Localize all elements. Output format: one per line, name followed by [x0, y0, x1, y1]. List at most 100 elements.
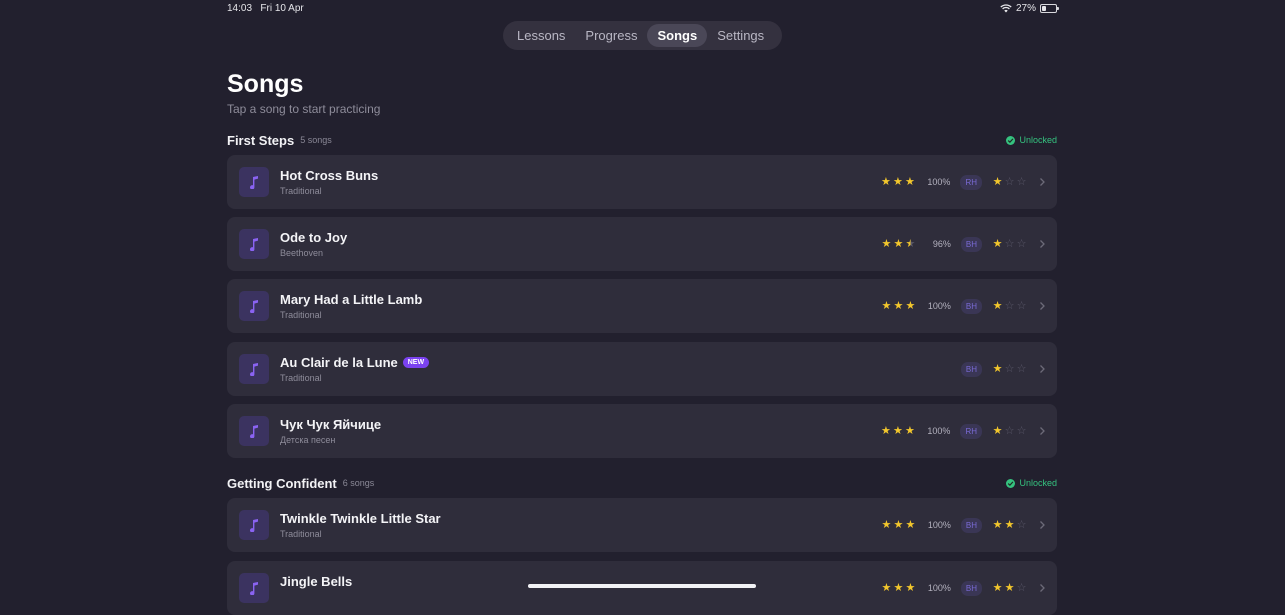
song-title: Ode to Joy [280, 230, 348, 245]
song-card[interactable]: Чук Чук Яйчице Детска песен ★ ★ ★ 100% RH ★ ☆ ☆ [227, 404, 1057, 458]
score-stars: ★ ★ ★ [881, 581, 916, 594]
home-indicator [528, 584, 756, 588]
star-full-icon: ★ [881, 424, 891, 437]
time: 14:03 [227, 3, 253, 14]
song-meta: ★ ★ ★ 100% BH ★ ★ ☆ [881, 561, 1047, 615]
song-artist: Traditional [280, 186, 322, 196]
star-empty-icon: ☆ [1004, 175, 1015, 188]
section-header-getting-confident: Getting Confident 6 songs Unlocked [227, 474, 1057, 492]
song-artist: Детска песен [280, 435, 336, 445]
tab-songs[interactable]: Songs [647, 24, 708, 47]
star-full-icon: ★ [881, 518, 892, 531]
chevron-right-icon[interactable] [1037, 239, 1047, 249]
music-note-icon [239, 354, 269, 384]
song-meta: ★ ★ ★ 100% RH ★ ☆ ☆ [880, 404, 1047, 458]
star-full-icon: ★ [992, 237, 1003, 250]
music-note-icon [239, 573, 269, 603]
section-title: First Steps [227, 132, 295, 148]
star-full-icon: ★ [893, 581, 904, 594]
star-empty-icon: ☆ [1016, 424, 1027, 437]
song-card[interactable]: Ode to Joy Beethoven ★ ★ ★ 96% BH ★ ☆ ☆ [227, 217, 1057, 271]
chevron-right-icon[interactable] [1037, 177, 1047, 187]
song-card[interactable]: Mary Had a Little Lamb Traditional ★ ★ ★ 100%… [227, 279, 1057, 333]
status-bar: 14:03 Fri 10 Apr 27% [0, 0, 1285, 18]
star-full-icon: ★ [1004, 518, 1015, 531]
difficulty-stars: ★ ☆ ☆ [992, 237, 1027, 250]
hand-badge: RH [960, 174, 982, 190]
song-title-row: Hot Cross Buns [280, 168, 378, 183]
song-card[interactable]: Hot Cross Buns Traditional ★ ★ ★ 100% RH ★ ☆ ☆ [227, 155, 1057, 209]
section-count: 5 songs [300, 135, 332, 145]
song-card[interactable]: Au Clair de la Lune NEW Traditional BH ★ ☆ ☆ [227, 342, 1057, 396]
song-title: Mary Had a Little Lamb [280, 292, 423, 307]
section-header-first-steps: First Steps 5 songs Unlocked [227, 131, 1057, 149]
tab-bar: Lessons Progress Songs Settings [503, 21, 782, 50]
star-full-icon: ★ [893, 175, 903, 188]
star-full-icon: ★ [992, 299, 1003, 312]
hand-badge: BH [960, 236, 982, 252]
song-meta: ★ ★ ★ 100% BH ★ ☆ ☆ [881, 279, 1047, 333]
check-circle-icon [1006, 478, 1016, 488]
music-note-icon [239, 229, 269, 259]
star-full-icon: ★ [893, 424, 903, 437]
star-full-icon: ★ [992, 581, 1003, 594]
star-full-icon: ★ [881, 581, 892, 594]
star-full-icon: ★ [881, 175, 891, 188]
star-empty-icon: ☆ [1016, 175, 1027, 188]
chevron-right-icon[interactable] [1037, 426, 1047, 436]
star-empty-icon: ☆ [1004, 237, 1015, 250]
status-label: Unlocked [1019, 478, 1057, 488]
chevron-right-icon[interactable] [1037, 301, 1047, 311]
star-full-icon: ★ [992, 362, 1003, 375]
score-stars: ★ ★ ★ [881, 237, 916, 250]
chevron-right-icon[interactable] [1037, 364, 1047, 374]
difficulty-stars: ★ ☆ ☆ [992, 175, 1027, 188]
section-count: 6 songs [342, 478, 375, 488]
song-card[interactable]: Twinkle Twinkle Little Star Traditional ★ ★… [227, 498, 1057, 552]
score-stars: ★ ★ ★ [881, 299, 916, 312]
hand-badge: RH [960, 423, 982, 439]
score-stars: ★ ★ ★ [880, 175, 915, 188]
star-full-icon: ★ [1004, 581, 1015, 594]
song-meta: BH ★ ☆ ☆ [960, 342, 1047, 396]
music-note-icon [239, 416, 269, 446]
star-full-icon: ★ [893, 237, 904, 250]
song-title-row: Au Clair de la Lune NEW [280, 355, 430, 370]
song-title-row: Twinkle Twinkle Little Star [280, 511, 441, 526]
tab-progress[interactable]: Progress [575, 24, 647, 47]
star-full-icon: ★ [992, 424, 1003, 437]
music-note-icon [239, 291, 269, 321]
star-empty-icon: ☆ [1016, 518, 1027, 531]
star-full-icon: ★ [992, 175, 1003, 188]
star-full-icon: ★ [905, 581, 916, 594]
chevron-right-icon[interactable] [1037, 520, 1047, 530]
unlocked-status: Unlocked [1006, 478, 1057, 488]
music-note-icon [239, 510, 269, 540]
song-card[interactable]: Jingle Bells ★ ★ ★ 100% BH ★ ★ ☆ [227, 561, 1057, 615]
new-badge: NEW [402, 357, 430, 368]
star-empty-icon: ☆ [1016, 581, 1027, 594]
song-title: Hot Cross Buns [280, 168, 379, 183]
star-empty-icon: ☆ [1004, 362, 1015, 375]
hand-badge: BH [960, 298, 982, 314]
tab-settings[interactable]: Settings [707, 24, 774, 47]
score-percent: 100% [927, 301, 951, 311]
difficulty-stars: ★ ☆ ☆ [992, 299, 1027, 312]
song-artist: Traditional [280, 310, 322, 320]
hand-badge: BH [960, 580, 982, 596]
tab-lessons[interactable]: Lessons [507, 24, 575, 47]
song-title-row: Jingle Bells [280, 574, 352, 589]
song-title-row: Чук Чук Яйчице [280, 417, 381, 432]
star-full-icon: ★ [905, 518, 916, 531]
song-meta: ★ ★ ★ 100% RH ★ ☆ ☆ [880, 155, 1047, 209]
song-title: Jingle Bells [280, 574, 353, 589]
star-full-icon: ★ [881, 299, 892, 312]
status-right: 27% [1000, 3, 1060, 14]
song-title: Чук Чук Яйчице [280, 417, 382, 432]
song-artist: Beethoven [280, 248, 324, 258]
star-full-icon: ★ [992, 518, 1003, 531]
song-title-row: Mary Had a Little Lamb [280, 292, 422, 307]
difficulty-stars: ★ ☆ ☆ [992, 362, 1027, 375]
chevron-right-icon[interactable] [1037, 583, 1047, 593]
difficulty-stars: ★ ★ ☆ [992, 518, 1027, 531]
